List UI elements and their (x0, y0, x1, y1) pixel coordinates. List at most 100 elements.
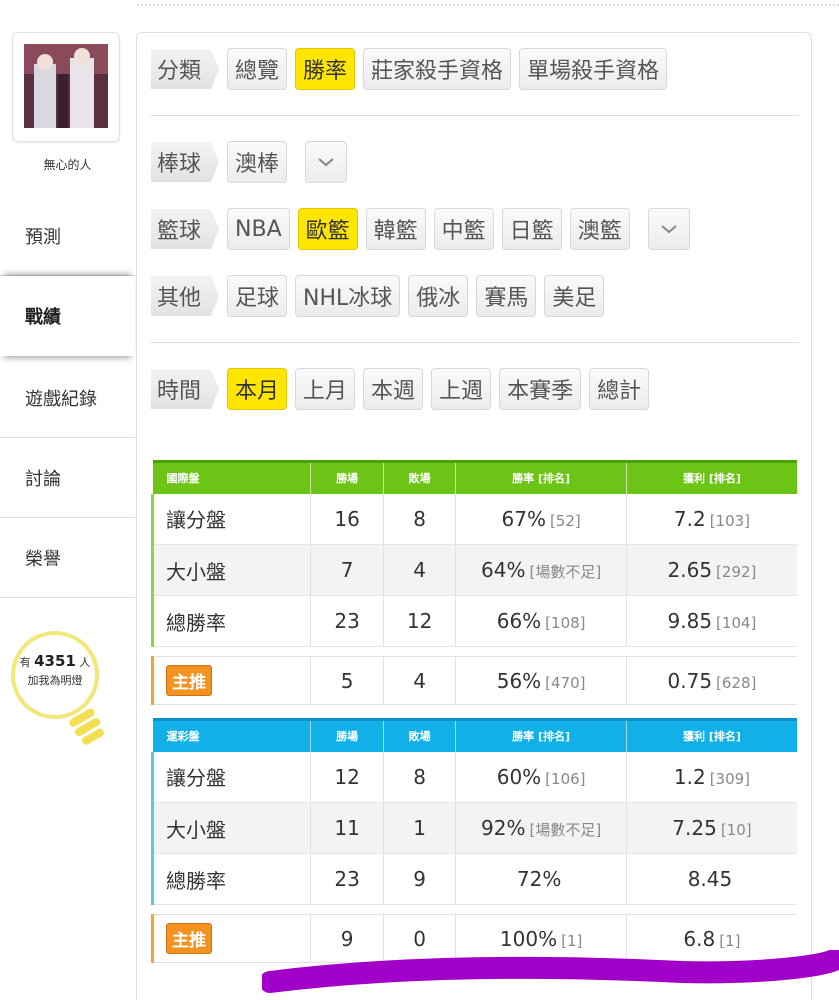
category-label: 分類 (151, 49, 220, 89)
fan-number: 4351 (34, 652, 76, 670)
basketball-aus-button[interactable]: 澳籃 (569, 208, 630, 250)
rate-value: 64% (481, 558, 526, 582)
baseball-filter-row: 棒球 澳棒 (151, 141, 348, 183)
row-name: 總勝率 (150, 853, 311, 905)
row-name: 大小盤 (150, 802, 311, 854)
basketball-euro-button[interactable]: 歐籃 (297, 208, 358, 250)
username: 無心的人 (43, 158, 92, 172)
other-soccer-button[interactable]: 足球 (227, 275, 288, 317)
table-row: 讓分盤 16 8 67% [52] 7.2 [103] (150, 493, 797, 545)
category-single-killer-button[interactable]: 單場殺手資格 (519, 48, 668, 90)
profit-rank: [103] (709, 511, 751, 530)
rate-value: 60% (496, 764, 542, 789)
row-profit: 0.75 [628] (625, 656, 797, 705)
other-russia-hockey-button[interactable]: 俄冰 (408, 275, 469, 317)
col-rate: 勝率 [排名] (455, 718, 627, 752)
rate-rank: [1] (561, 931, 583, 950)
col-rate: 勝率 [排名] (455, 460, 627, 494)
time-total-button[interactable]: 總計 (589, 368, 650, 410)
row-profit: 7.25 [10] (625, 802, 797, 854)
row-wins: 23 (310, 595, 384, 647)
time-last-week-button[interactable]: 上週 (431, 368, 492, 410)
row-rate: 92% [場數不足] (455, 802, 627, 854)
category-filter-row: 分類 總覽 勝率 莊家殺手資格 單場殺手資格 (151, 48, 668, 90)
row-losses: 4 (382, 544, 456, 596)
row-wins: 11 (310, 802, 384, 854)
row-wins: 16 (310, 493, 384, 545)
row-rate: 66% [108] (455, 595, 627, 647)
row-name: 讓分盤 (150, 751, 311, 803)
chevron-down-icon (661, 225, 677, 234)
row-rate: 60% [106] (455, 751, 627, 803)
sidebar-item-discussion[interactable]: 討論 (0, 438, 135, 518)
rate-rank: [470] (545, 673, 586, 692)
row-wins: 7 (310, 544, 384, 596)
category-overview-button[interactable]: 總覽 (227, 48, 288, 90)
rate-rank: [108] (545, 614, 586, 632)
row-profit: 1.2 [309] (625, 751, 797, 803)
table-title: 運彩盤 (152, 718, 311, 752)
basketball-expand-button[interactable] (647, 208, 690, 250)
row-name: 讓分盤 (150, 493, 311, 545)
rate-value: 92% (481, 816, 526, 840)
time-filter-row: 時間 本月 上月 本週 上週 本賽季 總計 (151, 368, 650, 410)
profit-rank: [292] (716, 563, 757, 581)
fan-prefix: 有 (19, 656, 31, 669)
basketball-japan-button[interactable]: 日籃 (501, 208, 562, 250)
col-losses: 敗場 (382, 460, 456, 494)
col-profit: 獲利 [排名] (625, 460, 797, 494)
sidebar-item-game-log[interactable]: 遊戲紀錄 (0, 358, 135, 438)
other-american-football-button[interactable]: 美足 (544, 275, 605, 317)
sidebar-item-record[interactable]: 戰績 (0, 276, 135, 356)
row-losses: 4 (382, 656, 456, 705)
sidebar: 無心的人 預測 戰績 遊戲紀錄 討論 榮譽 有 4351 人 加我為明燈 (0, 0, 135, 1000)
row-rate: 72% (455, 853, 627, 905)
other-horse-racing-button[interactable]: 賽馬 (476, 275, 537, 317)
basketball-label: 籃球 (151, 209, 220, 249)
time-last-month-button[interactable]: 上月 (295, 368, 356, 410)
table-row: 總勝率 23 12 66% [108] 9.85 [104] (150, 595, 797, 647)
table-row: 總勝率 23 9 72% 8.45 (150, 853, 797, 905)
profit-value: 0.75 (667, 668, 713, 693)
intl-record-table: 國際盤 勝場 敗場 勝率 [排名] 獲利 [排名] 讓分盤 16 8 67% [5… (150, 460, 797, 705)
time-label: 時間 (151, 369, 220, 409)
basketball-korea-button[interactable]: 韓籃 (365, 208, 426, 250)
other-nhl-button[interactable]: NHL冰球 (295, 275, 401, 317)
row-profit: 8.45 (625, 853, 797, 905)
table-row: 大小盤 11 1 92% [場數不足] 7.25 [10] (150, 802, 797, 854)
row-rate: 67% [52] (455, 493, 627, 545)
profit-value: 9.85 (667, 609, 713, 633)
purple-marker-annotation (262, 950, 839, 993)
baseball-expand-button[interactable] (305, 141, 348, 183)
rate-rank: [場數不足] (529, 563, 602, 581)
fan-suffix: 人 (79, 656, 91, 669)
lightbulb-icon[interactable] (10, 630, 105, 750)
sidebar-item-predict[interactable]: 預測 (0, 196, 135, 276)
table-header: 運彩盤 勝場 敗場 勝率 [排名] 獲利 [排名] (152, 718, 797, 752)
table-row: 大小盤 7 4 64% [場數不足] 2.65 [292] (150, 544, 797, 596)
category-banker-killer-button[interactable]: 莊家殺手資格 (363, 48, 512, 90)
avatar[interactable] (24, 44, 108, 128)
profit-rank: [1] (719, 931, 741, 950)
category-winrate-button[interactable]: 勝率 (295, 48, 356, 90)
time-this-week-button[interactable]: 本週 (363, 368, 424, 410)
avatar-card[interactable] (12, 32, 120, 142)
fan-count[interactable]: 有 4351 人 加我為明燈 (10, 652, 100, 690)
main-panel: 分類 總覽 勝率 莊家殺手資格 單場殺手資格 棒球 澳棒 籃球 NBA 歐籃 韓… (136, 32, 812, 1000)
lottery-record-table: 運彩盤 勝場 敗場 勝率 [排名] 獲利 [排名] 讓分盤 12 8 60% [1… (150, 718, 797, 963)
col-losses: 敗場 (382, 718, 456, 752)
promo-row: 主推 5 4 56% [470] 0.75 [628] (150, 656, 797, 705)
table-header: 國際盤 勝場 敗場 勝率 [排名] 獲利 [排名] (152, 460, 797, 494)
rate-value: 56% (496, 668, 542, 693)
rate-value: 67% (501, 506, 546, 531)
table-row: 讓分盤 12 8 60% [106] 1.2 [309] (150, 751, 797, 803)
time-this-season-button[interactable]: 本賽季 (499, 368, 582, 410)
row-wins: 12 (310, 751, 384, 803)
time-this-month-button[interactable]: 本月 (227, 368, 288, 410)
basketball-nba-button[interactable]: NBA (227, 208, 290, 250)
basketball-china-button[interactable]: 中籃 (433, 208, 494, 250)
baseball-aus-button[interactable]: 澳棒 (227, 141, 288, 183)
profit-value: 1.2 (673, 764, 706, 789)
profit-rank: [309] (709, 769, 751, 788)
sidebar-item-honor[interactable]: 榮譽 (0, 518, 135, 598)
